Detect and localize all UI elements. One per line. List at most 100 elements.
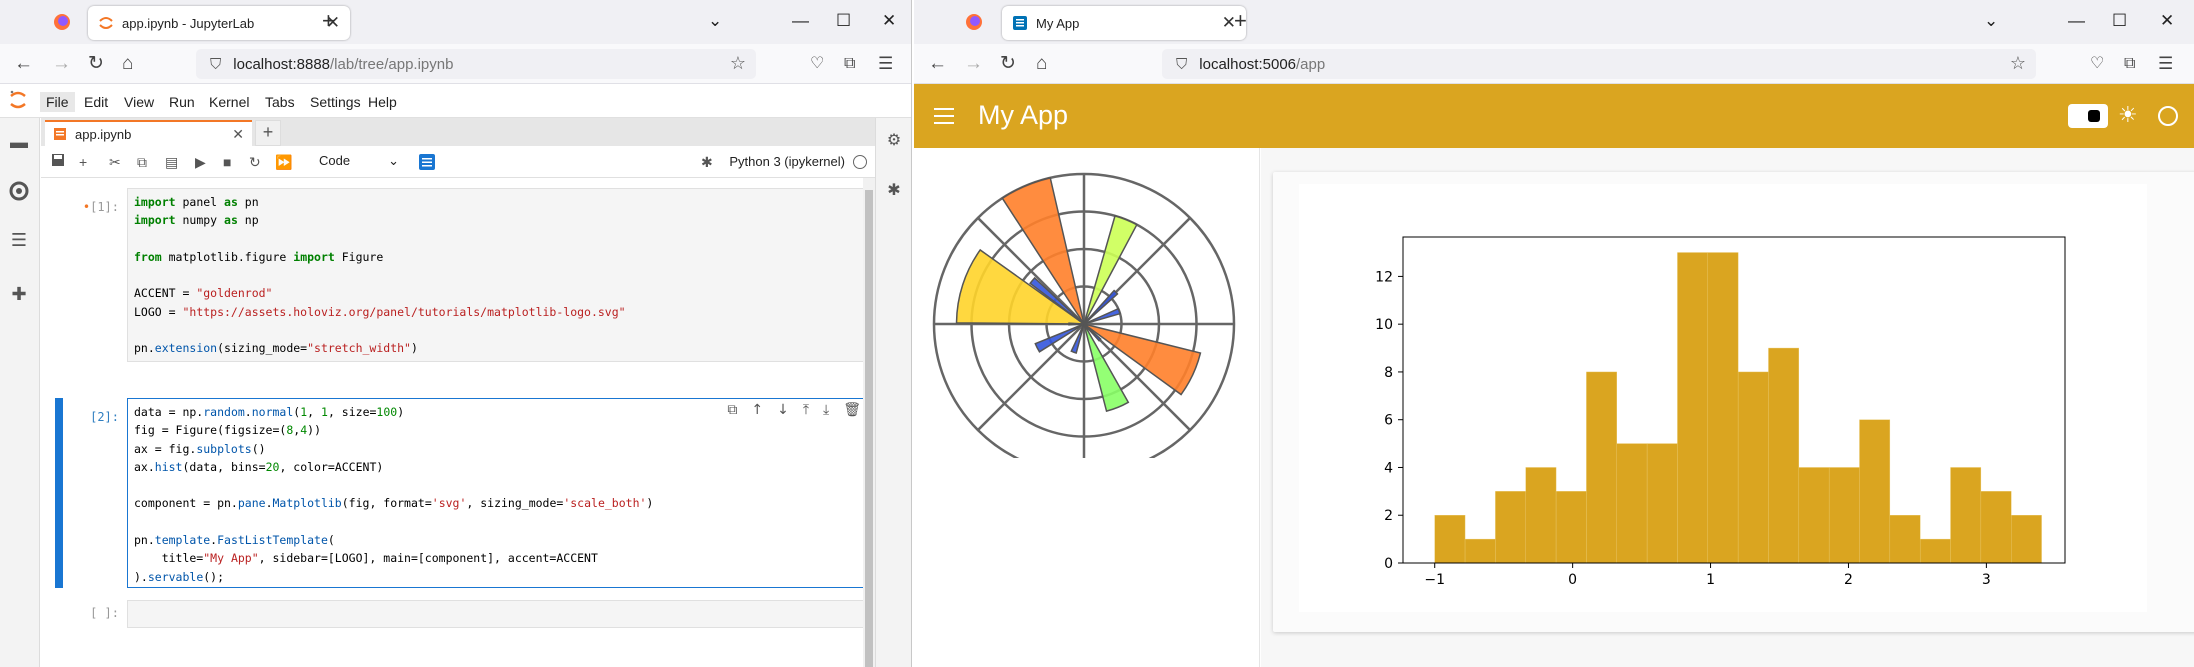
- back-icon[interactable]: ←: [14, 52, 33, 76]
- debugger-bug-icon[interactable]: ✱: [701, 153, 713, 171]
- menu-settings[interactable]: Settings: [304, 92, 367, 112]
- insert-below-icon[interactable]: ⤓: [823, 402, 829, 418]
- bookmark-star-icon[interactable]: ☆: [730, 53, 746, 74]
- app-main: −1 0 1 2 3 0 2 4 6 8 10 12: [1261, 148, 2194, 667]
- extensions-icon[interactable]: ⧉: [2124, 52, 2135, 76]
- cell-type-select[interactable]: Code ⌄: [315, 151, 403, 173]
- theme-toggle[interactable]: [2068, 104, 2108, 128]
- close-window-icon[interactable]: ✕: [2160, 10, 2174, 32]
- maximize-icon[interactable]: ☐: [836, 10, 851, 32]
- hamburger-menu-icon[interactable]: [934, 108, 954, 124]
- sun-icon[interactable]: ☀: [2118, 102, 2138, 128]
- reload-icon[interactable]: ↻: [1000, 52, 1016, 76]
- folder-icon[interactable]: ▬: [8, 132, 30, 154]
- kernel-name[interactable]: Python 3 (ipykernel): [729, 154, 845, 169]
- forward-icon[interactable]: →: [52, 52, 71, 76]
- fast-forward-icon[interactable]: ⏩: [275, 153, 292, 171]
- histogram-bar: [1616, 443, 1648, 564]
- y-tick-label: 2: [1384, 508, 1393, 524]
- x-tick-label: 3: [1982, 572, 1991, 588]
- scrollbar-thumb[interactable]: [865, 190, 873, 667]
- x-tick-label: −1: [1424, 572, 1445, 588]
- menu-icon[interactable]: ☰: [2158, 52, 2173, 76]
- menu-kernel[interactable]: Kernel: [203, 92, 255, 112]
- tab-list-chevron-icon[interactable]: ⌄: [1984, 10, 1998, 32]
- menu-help[interactable]: Help: [362, 92, 403, 112]
- back-icon[interactable]: ←: [928, 52, 947, 76]
- close-window-icon[interactable]: ✕: [882, 10, 896, 32]
- matplotlib-pane: −1 0 1 2 3 0 2 4 6 8 10 12: [1299, 184, 2147, 612]
- save-icon[interactable]: [51, 153, 65, 167]
- move-down-icon[interactable]: ↓: [777, 402, 789, 418]
- kernel-status-icon: [853, 155, 867, 169]
- maximize-icon[interactable]: ☐: [2112, 10, 2127, 32]
- menu-edit[interactable]: Edit: [78, 92, 114, 112]
- menu-file[interactable]: File: [40, 92, 75, 112]
- histogram-bar: [1586, 371, 1617, 564]
- notebook-tab[interactable]: app.ipynb ✕: [45, 120, 252, 146]
- property-gears-icon[interactable]: ⚙: [883, 130, 905, 152]
- home-icon[interactable]: ⌂: [122, 52, 133, 76]
- panel-app-browser-window: My App ✕ + ⌄ — ☐ ✕ ← → ↻ ⌂ ⛉ localhost:5…: [914, 0, 2194, 667]
- running-kernels-icon[interactable]: [8, 180, 30, 202]
- url-bar[interactable]: ⛉ localhost:5006/app ☆: [1162, 49, 2036, 79]
- app-title: My App: [978, 100, 1069, 130]
- paste-icon[interactable]: ▤: [165, 153, 178, 171]
- extensions-icon[interactable]: ⧉: [844, 52, 855, 76]
- delete-cell-icon[interactable]: 🗑: [843, 402, 861, 418]
- x-tick-label: 2: [1844, 572, 1853, 588]
- new-tab-icon[interactable]: +: [1234, 9, 1247, 33]
- menu-view[interactable]: View: [118, 92, 160, 112]
- histogram-chart: −1 0 1 2 3024681012: [1375, 236, 2066, 588]
- run-icon[interactable]: ▶: [195, 153, 206, 171]
- close-notebook-icon[interactable]: ✕: [232, 126, 244, 143]
- scrollbar[interactable]: [863, 178, 875, 667]
- bookmark-star-icon[interactable]: ☆: [2010, 53, 2026, 74]
- copy-icon[interactable]: ⧉: [137, 153, 147, 171]
- histogram-bar: [1859, 419, 1891, 564]
- new-launcher-icon[interactable]: +: [255, 120, 281, 146]
- polar-wedge: [1068, 322, 1085, 326]
- nav-toolbar: ← → ↻ ⌂ ⛉ localhost:5006/app ☆ ♡ ⧉ ☰: [914, 44, 2194, 84]
- url-bar[interactable]: ⛉ localhost:8888/lab/tree/app.ipynb ☆: [196, 49, 756, 79]
- new-tab-icon[interactable]: +: [322, 9, 335, 33]
- chevron-down-icon: ⌄: [388, 153, 399, 168]
- tab-strip: app.ipynb - JupyterLab ✕ + ⌄ — ☐ ✕: [0, 0, 911, 44]
- browser-tab-myapp[interactable]: My App ✕: [1002, 6, 1246, 40]
- extensions-puzzle-icon[interactable]: ✚: [8, 284, 30, 306]
- insert-cell-icon[interactable]: +: [79, 153, 87, 171]
- menu-run[interactable]: Run: [163, 92, 201, 112]
- pocket-icon[interactable]: ♡: [2090, 52, 2104, 76]
- histogram-bar: [1737, 371, 1769, 564]
- menu-tabs[interactable]: Tabs: [259, 92, 301, 112]
- firefox-icon[interactable]: [52, 12, 72, 32]
- cell-prompt: [ ]:: [90, 606, 119, 620]
- firefox-icon[interactable]: [964, 12, 984, 32]
- restart-icon[interactable]: ↻: [249, 153, 261, 171]
- x-tick-label: 0: [1568, 572, 1577, 588]
- tab-list-chevron-icon[interactable]: ⌄: [708, 10, 722, 32]
- move-up-icon[interactable]: ↑: [751, 402, 763, 418]
- home-icon[interactable]: ⌂: [1036, 52, 1047, 76]
- table-of-contents-icon[interactable]: ☰: [8, 230, 30, 252]
- minimize-icon[interactable]: —: [2068, 10, 2085, 32]
- property-inspector-icon[interactable]: [419, 154, 435, 170]
- reload-icon[interactable]: ↻: [88, 52, 104, 76]
- cut-icon[interactable]: ✂: [109, 153, 121, 171]
- minimize-icon[interactable]: —: [792, 10, 809, 32]
- app-header: My App ☀: [914, 84, 2194, 148]
- cell-input-editor[interactable]: data = np.random.normal(1, 1, size=100) …: [127, 398, 865, 588]
- browser-tab-jupyter[interactable]: app.ipynb - JupyterLab ✕: [88, 6, 350, 40]
- cell-input[interactable]: [127, 600, 865, 628]
- debugger-icon[interactable]: ✱: [883, 180, 905, 202]
- histogram-bar: [1646, 443, 1678, 564]
- stop-icon[interactable]: ■: [223, 153, 231, 171]
- insert-above-icon[interactable]: ⤒: [803, 402, 809, 418]
- histogram-bar: [1555, 491, 1587, 564]
- pocket-icon[interactable]: ♡: [810, 52, 824, 76]
- duplicate-cell-icon[interactable]: ⧉: [727, 402, 737, 418]
- cell-input[interactable]: import panel as pn import numpy as np fr…: [127, 188, 865, 362]
- menu-icon[interactable]: ☰: [878, 52, 893, 76]
- notebook-toolbar: + ✂ ⧉ ▤ ▶ ■ ↻ ⏩ Code ⌄ ✱ Python 3 (ipyker…: [41, 146, 875, 178]
- forward-icon[interactable]: →: [964, 52, 983, 76]
